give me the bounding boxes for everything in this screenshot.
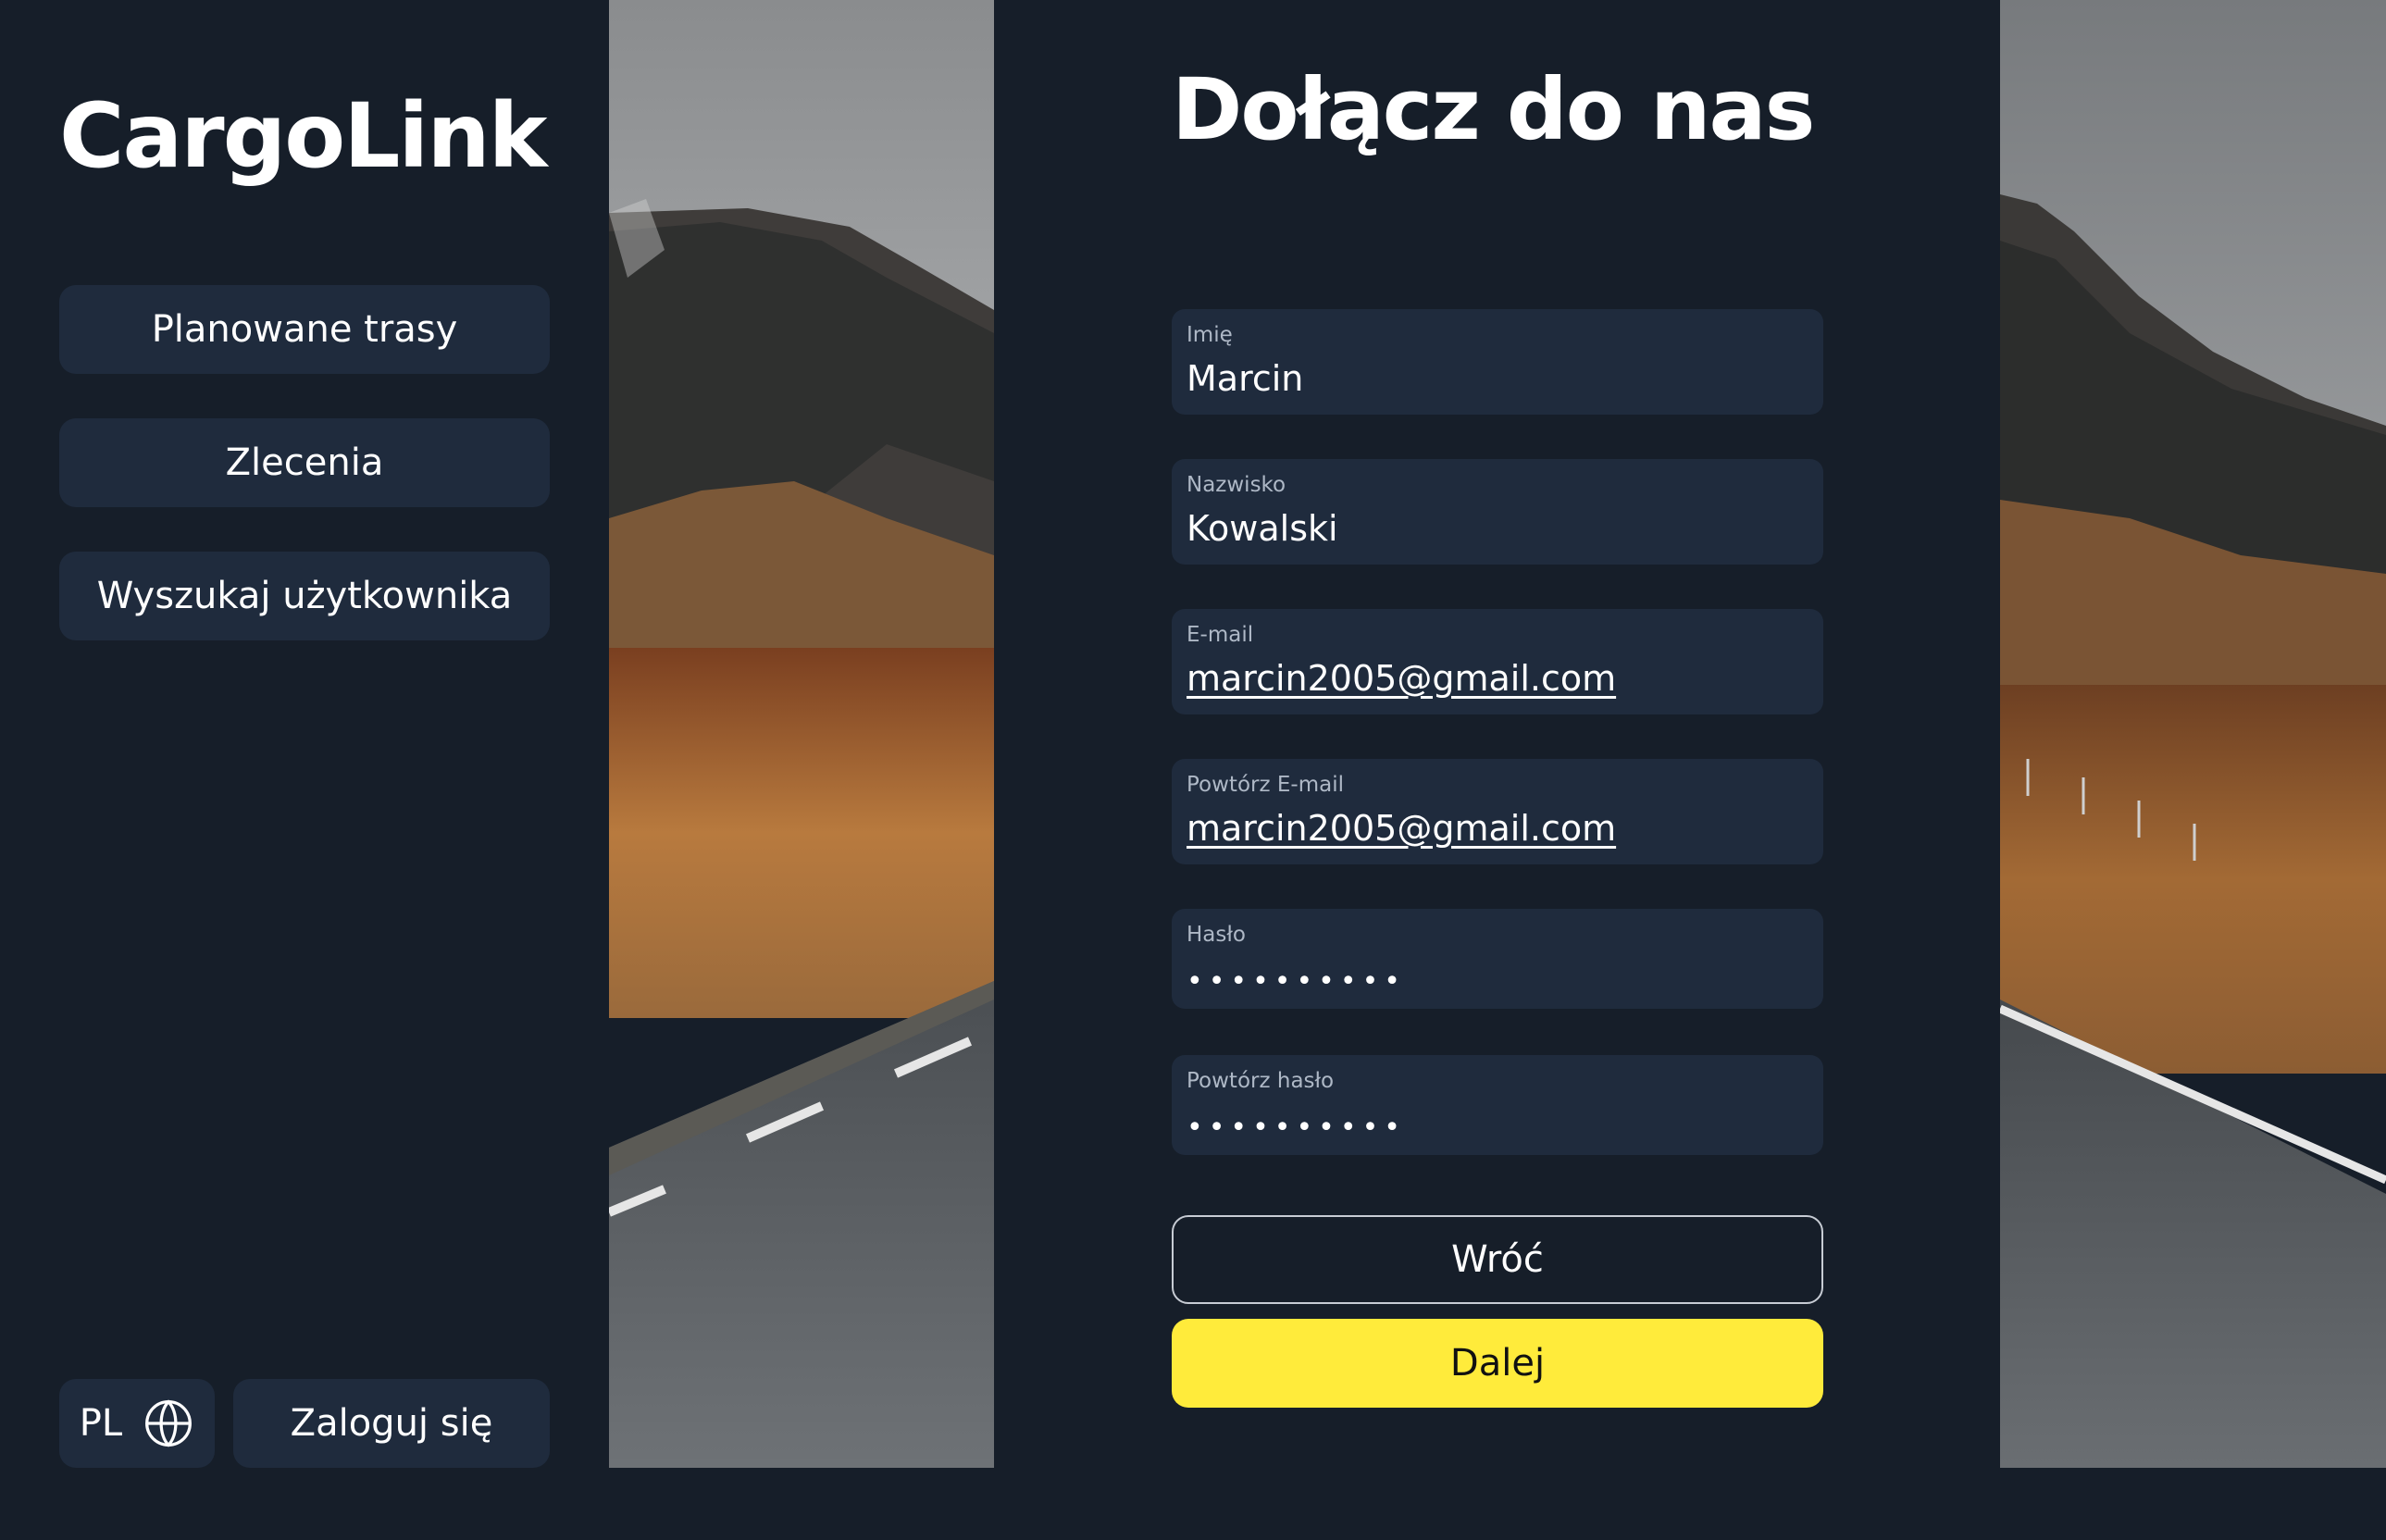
next-button[interactable]: Dalej (1172, 1319, 1823, 1408)
back-button[interactable]: Wróć (1172, 1215, 1823, 1304)
login-button[interactable]: Zaloguj się (233, 1379, 550, 1468)
nav-button-label: Zlecenia (225, 441, 384, 484)
registration-form: Dołącz do nas Imię Marcin Nazwisko Kowal… (994, 0, 2000, 1468)
app-logo: CargoLink (59, 84, 548, 188)
repeat-password-field[interactable]: Powtórz hasło •••••••••• (1172, 1055, 1823, 1155)
globe-icon (143, 1397, 194, 1449)
field-label: E-mail (1187, 623, 1254, 647)
login-button-label: Zaloguj się (290, 1402, 493, 1445)
field-label: Powtórz E-mail (1187, 773, 1344, 797)
form-title: Dołącz do nas (1172, 60, 1815, 159)
repeat-email-field[interactable]: Powtórz E-mail marcin2005@gmail.com (1172, 759, 1823, 864)
last-name-field[interactable]: Nazwisko Kowalski (1172, 459, 1823, 565)
field-value: •••••••••• (1187, 965, 1406, 998)
nav-button-planowane-trasy[interactable]: Planowane trasy (59, 285, 550, 374)
nav-button-wyszukaj-uzytkownika[interactable]: Wyszukaj użytkownika (59, 552, 550, 640)
field-value: marcin2005@gmail.com (1187, 658, 1617, 699)
field-label: Imię (1187, 323, 1233, 347)
nav-button-label: Wyszukaj użytkownika (96, 575, 513, 617)
landscape-photo-right (2000, 0, 2386, 1468)
nav-button-label: Planowane trasy (151, 308, 458, 351)
password-field[interactable]: Hasło •••••••••• (1172, 909, 1823, 1009)
field-value: Marcin (1187, 358, 1304, 399)
field-value: Kowalski (1187, 508, 1338, 549)
next-button-label: Dalej (1449, 1342, 1546, 1385)
language-selector[interactable]: PL (59, 1379, 215, 1468)
first-name-field[interactable]: Imię Marcin (1172, 309, 1823, 415)
language-code: PL (79, 1402, 123, 1445)
field-label: Nazwisko (1187, 473, 1286, 497)
email-field[interactable]: E-mail marcin2005@gmail.com (1172, 609, 1823, 714)
sidebar: CargoLink Planowane trasy Zlecenia Wyszu… (0, 0, 609, 1468)
back-button-label: Wróć (1451, 1238, 1544, 1281)
nav-button-zlecenia[interactable]: Zlecenia (59, 418, 550, 507)
field-label: Hasło (1187, 923, 1246, 947)
landscape-photo-left (609, 0, 994, 1468)
field-value: •••••••••• (1187, 1112, 1406, 1144)
field-value: marcin2005@gmail.com (1187, 808, 1617, 849)
field-label: Powtórz hasło (1187, 1069, 1335, 1093)
